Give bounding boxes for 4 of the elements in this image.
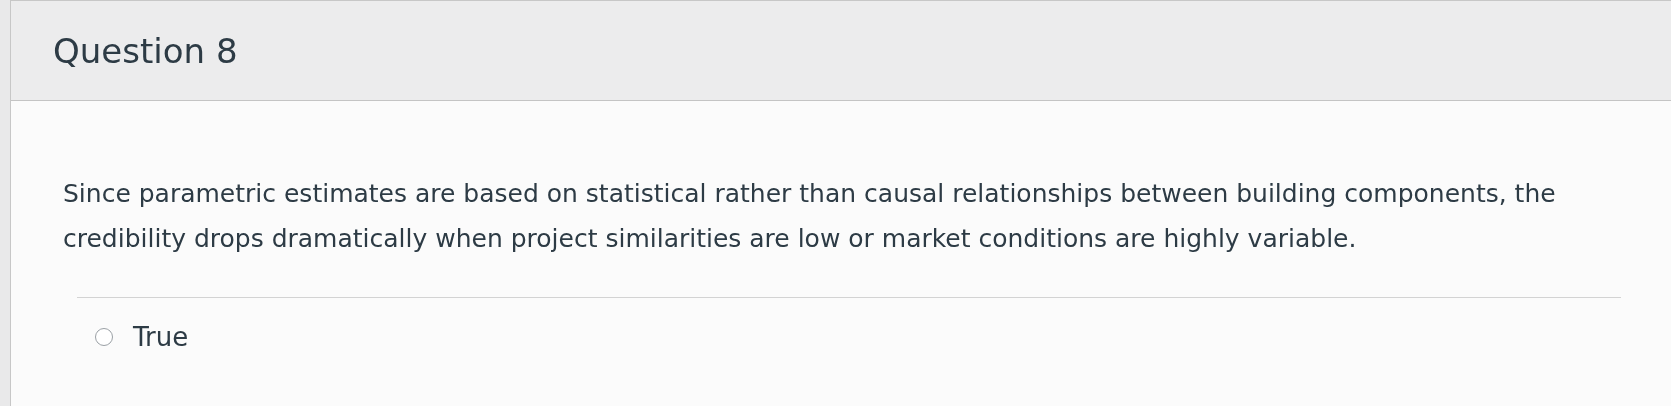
answer-label[interactable]: True — [133, 322, 189, 352]
radio-button[interactable] — [95, 328, 113, 346]
question-text: Since parametric estimates are based on statistical rather than causal relationships between building components, the credibility drops dramatically when project similarities are low or market conditions are highly variable. — [63, 178, 1557, 255]
question-title: Question 8 — [53, 30, 238, 71]
